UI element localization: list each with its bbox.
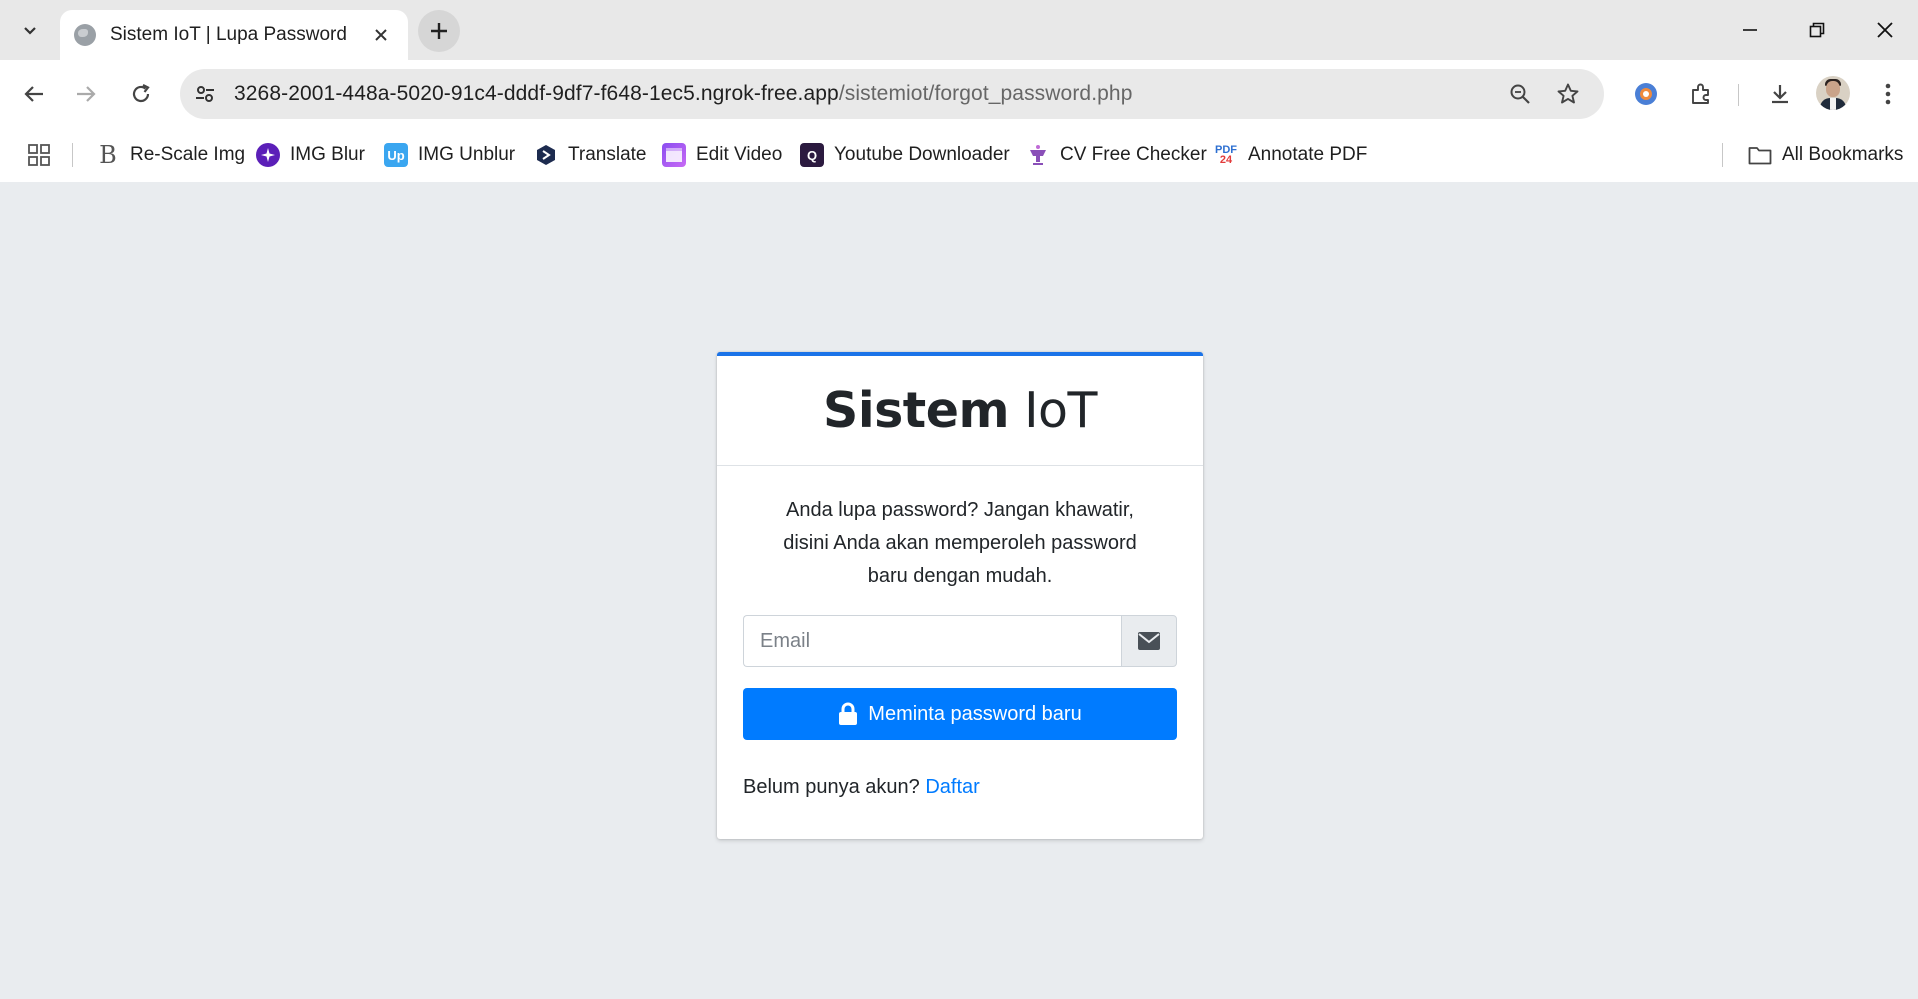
all-bookmarks-label: All Bookmarks bbox=[1782, 144, 1904, 165]
bookmark-label: Edit Video bbox=[696, 144, 783, 165]
img-blur-icon bbox=[256, 143, 280, 167]
bookmark-translate[interactable]: Translate bbox=[534, 138, 647, 172]
close-icon[interactable] bbox=[368, 22, 394, 48]
bookmark-img-unblur[interactable]: Up IMG Unblur bbox=[384, 138, 515, 172]
request-password-label: Meminta password baru bbox=[868, 702, 1082, 725]
bookmark-label: Re-Scale Img bbox=[130, 144, 246, 165]
bookmark-youtube-downloader[interactable]: Q Youtube Downloader bbox=[800, 138, 1010, 172]
lock-icon bbox=[838, 702, 858, 726]
forward-icon[interactable] bbox=[66, 74, 106, 114]
brand-logo-link[interactable]: Sistem IoT bbox=[823, 382, 1097, 439]
url-path: /sistemiot/forgot_password.php bbox=[838, 82, 1133, 105]
bookmark-cv-free-checker[interactable]: CV Free Checker bbox=[1026, 138, 1207, 172]
translate-icon bbox=[534, 143, 558, 167]
bookmark-star-icon[interactable] bbox=[1548, 74, 1588, 114]
url-host: 3268-2001-448a-5020-91c4-dddf-9df7-f648-… bbox=[234, 82, 839, 105]
bookmarks-divider bbox=[1722, 143, 1723, 167]
restore-icon[interactable] bbox=[1795, 10, 1839, 50]
tab-search-icon[interactable] bbox=[12, 12, 48, 48]
bookmarks-bar: B Re-Scale Img IMG Blur Up IMG Unblur Tr… bbox=[0, 128, 1918, 182]
folder-icon bbox=[1748, 143, 1772, 167]
bookmarks-divider bbox=[72, 143, 73, 167]
email-field[interactable] bbox=[743, 615, 1121, 667]
kebab-menu-icon[interactable] bbox=[1868, 74, 1908, 114]
bookmark-label: Translate bbox=[568, 144, 647, 165]
extensions-icon[interactable] bbox=[1681, 74, 1721, 114]
register-prompt-line: Belum punya akun? Daftar bbox=[743, 776, 1177, 799]
brand-bold: Sistem bbox=[823, 382, 1009, 439]
bookmark-edit-video[interactable]: Edit Video bbox=[662, 138, 782, 172]
back-icon[interactable] bbox=[14, 74, 54, 114]
bookmark-rescale-img[interactable]: B Re-Scale Img bbox=[96, 138, 245, 172]
bookmark-label: Annotate PDF bbox=[1248, 144, 1368, 165]
address-bar[interactable]: 3268-2001-448a-5020-91c4-dddf-9df7-f648-… bbox=[180, 69, 1604, 119]
reload-icon[interactable] bbox=[121, 74, 161, 114]
bookmark-annotate-pdf[interactable]: PDF 24 Annotate PDF bbox=[1214, 138, 1367, 172]
apps-grid-icon[interactable] bbox=[24, 140, 54, 170]
tab-strip: Sistem IoT | Lupa Password bbox=[0, 0, 1918, 60]
bookmark-label: IMG Unblur bbox=[418, 144, 516, 165]
register-prompt: Belum punya akun? bbox=[743, 776, 920, 798]
new-tab-button[interactable] bbox=[418, 10, 460, 52]
download-icon[interactable] bbox=[1760, 74, 1800, 114]
site-settings-icon[interactable] bbox=[186, 75, 224, 113]
minimize-icon[interactable] bbox=[1728, 10, 1772, 50]
youtube-downloader-icon: Q bbox=[800, 143, 824, 167]
envelope-icon bbox=[1121, 615, 1177, 667]
register-link[interactable]: Daftar bbox=[925, 776, 979, 798]
bookmark-label: Youtube Downloader bbox=[834, 144, 1010, 165]
profile-avatar[interactable] bbox=[1816, 76, 1850, 110]
browser-toolbar: 3268-2001-448a-5020-91c4-dddf-9df7-f648-… bbox=[0, 60, 1918, 128]
request-password-button[interactable]: Meminta password baru bbox=[743, 688, 1177, 740]
globe-icon bbox=[74, 24, 96, 46]
cv-checker-icon bbox=[1026, 143, 1050, 167]
rescale-icon: B bbox=[99, 141, 117, 169]
annotate-pdf-icon: PDF 24 bbox=[1215, 144, 1237, 166]
card-header: Sistem IoT bbox=[717, 356, 1203, 466]
tab-title: Sistem IoT | Lupa Password bbox=[110, 24, 347, 45]
zoom-icon[interactable] bbox=[1500, 74, 1540, 114]
active-tab[interactable]: Sistem IoT | Lupa Password bbox=[60, 10, 408, 60]
email-input-group bbox=[743, 615, 1177, 667]
img-unblur-icon: Up bbox=[384, 143, 408, 167]
card-body: Anda lupa password? Jangan khawatir, dis… bbox=[717, 494, 1203, 799]
toolbar-divider bbox=[1738, 84, 1739, 106]
extension-colorful-icon[interactable] bbox=[1626, 74, 1666, 114]
window-close-icon[interactable] bbox=[1863, 10, 1907, 50]
url-text: 3268-2001-448a-5020-91c4-dddf-9df7-f648-… bbox=[234, 82, 1132, 106]
edit-video-icon bbox=[662, 143, 686, 167]
forgot-password-card: Sistem IoT Anda lupa password? Jangan kh… bbox=[717, 352, 1203, 839]
info-message: Anda lupa password? Jangan khawatir, dis… bbox=[783, 499, 1137, 587]
browser-chrome: Sistem IoT | Lupa Password 3268-2001-448… bbox=[0, 0, 1918, 182]
bookmark-label: CV Free Checker bbox=[1060, 144, 1207, 165]
brand-light: IoT bbox=[1024, 382, 1097, 439]
all-bookmarks-button[interactable]: All Bookmarks bbox=[1748, 138, 1903, 172]
bookmark-img-blur[interactable]: IMG Blur bbox=[256, 138, 365, 172]
bookmark-label: IMG Blur bbox=[290, 144, 365, 165]
